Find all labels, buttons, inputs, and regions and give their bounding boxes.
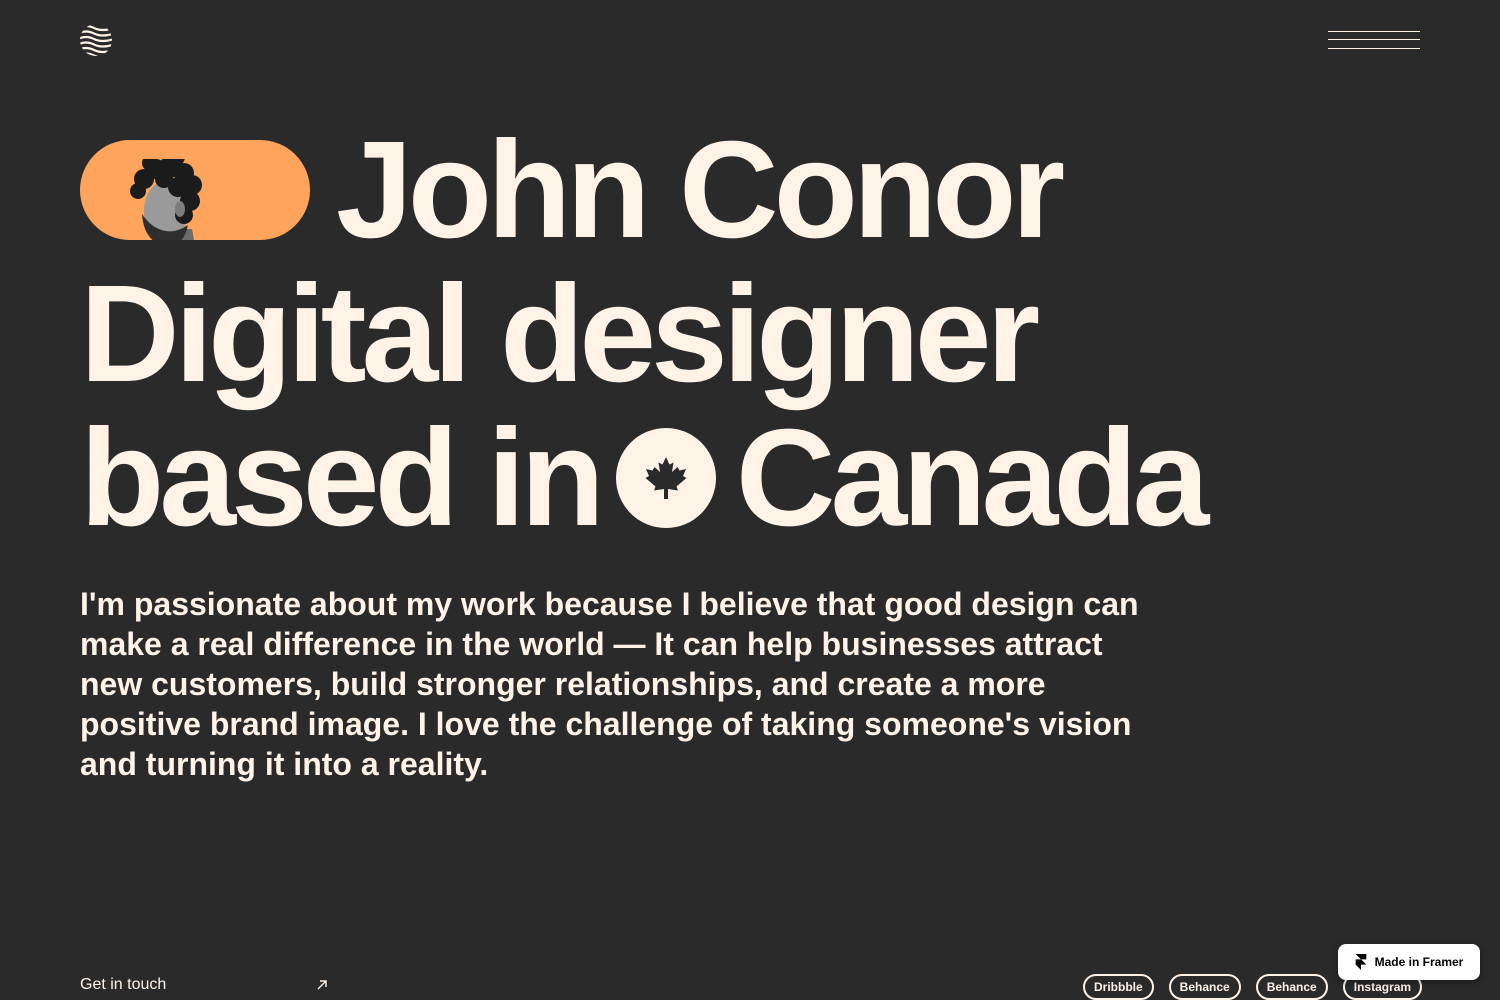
hero-line-location: based in Canada [80,401,1209,555]
menu-line [1328,31,1420,32]
social-link-dribbble[interactable]: Dribbble [1083,974,1154,1000]
get-in-touch-label: Get in touch [80,976,167,993]
canada-flag-badge [615,428,716,528]
hero-location-prefix: based in [80,401,605,555]
get-in-touch-link[interactable]: Get in touch [80,976,328,994]
hero-location: Canada [735,401,1209,555]
hamburger-menu-icon[interactable] [1328,30,1420,50]
hero-line-name: John Conor [80,118,1204,262]
maple-leaf-icon [645,457,687,499]
hero-line-role: Digital designer [80,262,1204,406]
framer-logo-icon [1355,954,1366,970]
intro-paragraph: I'm passionate about my work because I b… [80,586,1139,782]
made-in-framer-badge[interactable]: Made in Framer [1338,944,1480,980]
arrow-up-right-icon [317,980,327,990]
portrait-avatar [80,140,310,240]
portrait-illustration [130,148,202,240]
framer-badge-label: Made in Framer [1374,955,1464,969]
social-link-behance[interactable]: Behance [1168,974,1241,1000]
hero-name: John Conor [336,113,1065,267]
page: John Conor Digital designer based in Can… [0,0,1500,1000]
social-link-behance[interactable]: Behance [1255,974,1328,1000]
hero-heading: John Conor Digital designer based in Can… [80,118,1209,555]
menu-line [1328,39,1420,40]
hero-role: Digital designer [80,257,1040,411]
wave-logo-icon[interactable] [80,24,112,56]
menu-line [1328,48,1420,49]
